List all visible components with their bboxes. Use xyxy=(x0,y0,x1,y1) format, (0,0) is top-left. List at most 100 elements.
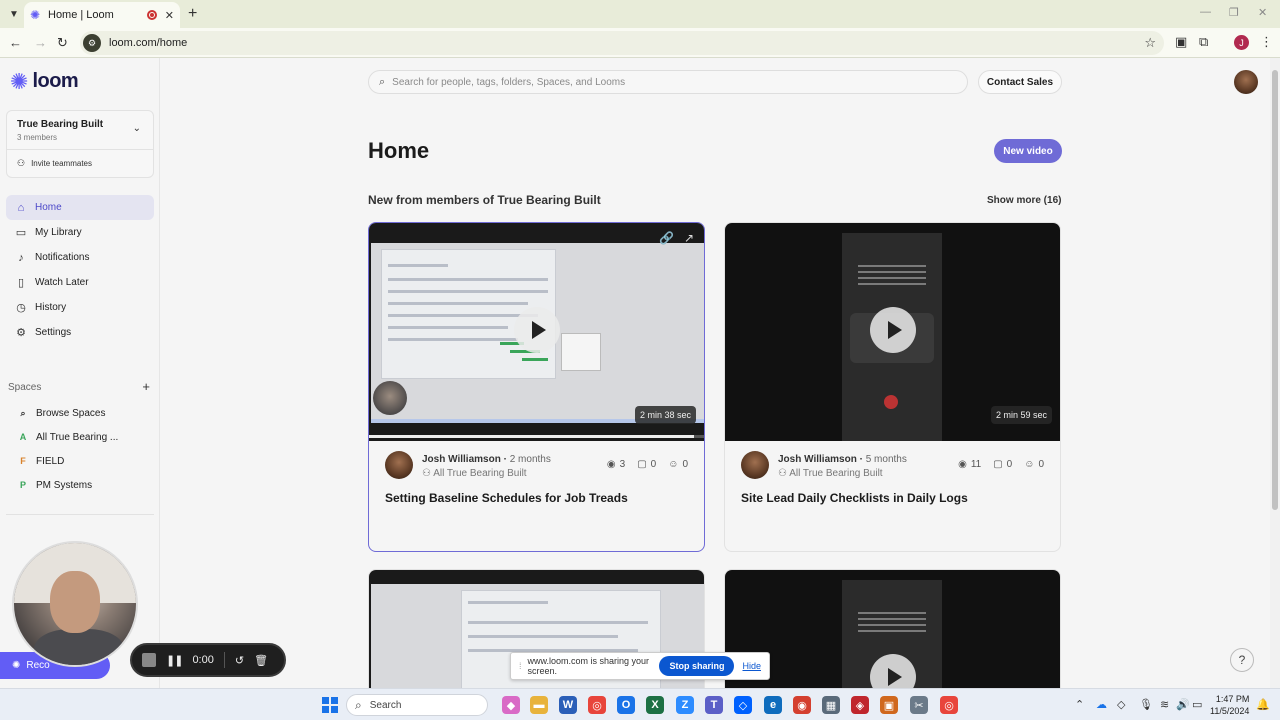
onedrive-icon[interactable]: ☁ xyxy=(1096,698,1107,711)
reload-icon[interactable]: ↻ xyxy=(57,35,68,51)
video-card[interactable] xyxy=(724,569,1061,688)
battery-icon[interactable]: ▭ xyxy=(1192,698,1202,711)
teams-icon[interactable]: T xyxy=(705,696,723,714)
avatar[interactable] xyxy=(741,451,769,479)
search-bar[interactable]: ⌕ xyxy=(368,70,968,94)
sidebar-item-browse-spaces[interactable]: ⌕ Browse Spaces xyxy=(6,401,154,425)
copy-link-icon[interactable]: 🔗 xyxy=(659,231,674,245)
open-external-icon[interactable]: ↗ xyxy=(684,231,694,245)
new-video-button[interactable]: New video xyxy=(994,139,1062,163)
sidebar-item-home[interactable]: ⌂ Home xyxy=(6,195,154,220)
profile-avatar[interactable]: J xyxy=(1234,35,1249,50)
video-author[interactable]: Josh Williamson · 5 months xyxy=(778,454,907,465)
chrome-icon[interactable]: ◎ xyxy=(588,696,606,714)
scrollbar-thumb[interactable] xyxy=(1272,70,1278,510)
copilot-icon[interactable]: ◆ xyxy=(502,696,520,714)
maximize-icon[interactable]: ❐ xyxy=(1229,6,1239,19)
close-window-icon[interactable]: ✕ xyxy=(1258,6,1267,19)
browser-tab-active[interactable]: ✺ Home | Loom ✕ xyxy=(24,2,180,28)
show-more-link[interactable]: Show more (16) xyxy=(987,195,1061,206)
divider xyxy=(7,149,153,150)
sidebar-item-settings[interactable]: ⚙ Settings xyxy=(6,320,154,345)
plus-icon[interactable]: + xyxy=(188,5,197,23)
sidebar-item-my-library[interactable]: ▭ My Library xyxy=(6,220,154,245)
outlook-icon[interactable]: O xyxy=(617,696,635,714)
loom-logo[interactable]: ✺ loom xyxy=(10,70,79,93)
video-space[interactable]: ⚇ All True Bearing Built xyxy=(778,468,883,479)
sidebar-item-watch-later[interactable]: ▯ Watch Later xyxy=(6,270,154,295)
search-input[interactable] xyxy=(392,76,933,88)
wifi-icon[interactable]: ≋ xyxy=(1160,698,1169,711)
excel-icon[interactable]: X xyxy=(646,696,664,714)
page-scrollbar[interactable] xyxy=(1270,58,1280,688)
video-space[interactable]: ⚇ All True Bearing Built xyxy=(422,468,527,479)
video-progress-bar[interactable] xyxy=(369,435,704,438)
stop-recording-button[interactable] xyxy=(142,653,156,667)
video-author[interactable]: Josh Williamson · 2 months xyxy=(422,454,551,465)
video-title[interactable]: Site Lead Daily Checklists in Daily Logs xyxy=(741,491,968,505)
address-bar[interactable]: ⚙ loom.com/home ☆ xyxy=(80,31,1164,55)
restart-icon[interactable]: ↺ xyxy=(235,654,244,667)
taskbar-clock[interactable]: 1:47 PM 11/5/2024 xyxy=(1210,693,1249,717)
add-space-icon[interactable]: + xyxy=(142,380,150,393)
play-button[interactable] xyxy=(514,307,560,353)
notification-bell-icon[interactable]: 🔔 xyxy=(1256,698,1270,711)
app-icon[interactable]: ◉ xyxy=(793,696,811,714)
avatar[interactable] xyxy=(1234,70,1258,94)
forward-arrow-icon[interactable]: → xyxy=(34,35,47,50)
help-button[interactable]: ? xyxy=(1230,648,1254,672)
site-info-icon[interactable]: ⚙ xyxy=(83,34,101,52)
sidebar-item-notifications[interactable]: ♪ Notifications xyxy=(6,245,154,270)
invite-teammates-button[interactable]: ⚇ Invite teammates xyxy=(17,158,92,169)
hide-link[interactable]: Hide xyxy=(742,661,761,671)
file-explorer-icon[interactable]: ▬ xyxy=(530,696,548,714)
dropbox-icon[interactable]: ◇ xyxy=(734,696,752,714)
workspace-switcher[interactable]: True Bearing Built 3 members ⌄ ⚇ Invite … xyxy=(6,110,154,178)
stop-sharing-button[interactable]: Stop sharing xyxy=(659,656,735,676)
shield-icon[interactable]: ◈ xyxy=(851,696,869,714)
edge-icon[interactable]: e xyxy=(764,696,782,714)
trash-icon[interactable]: 🗑 xyxy=(254,654,268,667)
back-arrow-icon[interactable]: ← xyxy=(9,35,22,50)
calculator-icon[interactable]: ▦ xyxy=(822,696,840,714)
word-icon[interactable]: W xyxy=(559,696,577,714)
video-stats: ◉ 3 ▢ 0 ☺ 0 xyxy=(607,459,688,470)
video-card[interactable]: 2 min 59 sec Josh Williamson · 5 months … xyxy=(724,222,1061,552)
video-title[interactable]: Setting Baseline Schedules for Job Tread… xyxy=(385,491,628,505)
extension-icon[interactable]: ▣ xyxy=(1175,34,1187,50)
tab-list-button[interactable]: ▼ xyxy=(3,3,25,25)
more-menu-icon[interactable]: ⋮ xyxy=(1260,34,1273,50)
sidebar-item-space-field[interactable]: F FIELD xyxy=(6,449,154,473)
webcam-bubble[interactable] xyxy=(12,541,138,667)
space-name: All True Bearing Built xyxy=(789,468,883,479)
play-button[interactable] xyxy=(870,307,916,353)
avatar[interactable] xyxy=(385,451,413,479)
volume-icon[interactable]: 🔊 xyxy=(1176,698,1190,711)
sidebar-item-history[interactable]: ◷ History xyxy=(6,295,154,320)
video-thumbnail[interactable]: 2 min 59 sec xyxy=(725,223,1060,441)
puzzle-extensions-icon[interactable]: ⧉ xyxy=(1199,34,1208,50)
taskbar-search[interactable]: ⌕ Search xyxy=(346,694,488,716)
pause-icon[interactable]: ❚❚ xyxy=(166,654,183,667)
bookmark-icon: ▯ xyxy=(17,277,25,289)
chevron-down-icon[interactable]: ⌄ xyxy=(133,123,141,134)
video-card[interactable]: 🔗 ↗ 2 min 38 sec Josh Williamson · 2 mon… xyxy=(368,222,705,552)
video-thumbnail[interactable] xyxy=(725,570,1060,688)
thumbnail-panel xyxy=(561,333,601,371)
chevron-up-icon[interactable]: ⌃ xyxy=(1075,698,1084,711)
windows-start-icon[interactable] xyxy=(322,697,338,713)
drag-handle-icon[interactable]: ⁞ xyxy=(519,661,522,671)
zoom-icon[interactable]: Z xyxy=(676,696,694,714)
sidebar-item-space-all-true-bearing[interactable]: A All True Bearing ... xyxy=(6,425,154,449)
office-app-icon[interactable]: ▣ xyxy=(880,696,898,714)
close-tab-icon[interactable]: ✕ xyxy=(165,9,174,22)
chrome-active-icon[interactable]: ◎ xyxy=(940,696,958,714)
bookmark-star-icon[interactable]: ☆ xyxy=(1144,35,1156,51)
contact-sales-button[interactable]: Contact Sales xyxy=(978,70,1062,94)
dropbox-tray-icon[interactable]: ◇ xyxy=(1117,698,1125,711)
sidebar-item-space-pm-systems[interactable]: P PM Systems xyxy=(6,473,154,497)
microphone-icon[interactable]: 🎙 xyxy=(1139,698,1153,711)
minimize-icon[interactable]: — xyxy=(1200,6,1211,18)
video-thumbnail[interactable]: 🔗 ↗ 2 min 38 sec xyxy=(369,223,704,441)
snipping-tool-icon[interactable]: ✂ xyxy=(910,696,928,714)
